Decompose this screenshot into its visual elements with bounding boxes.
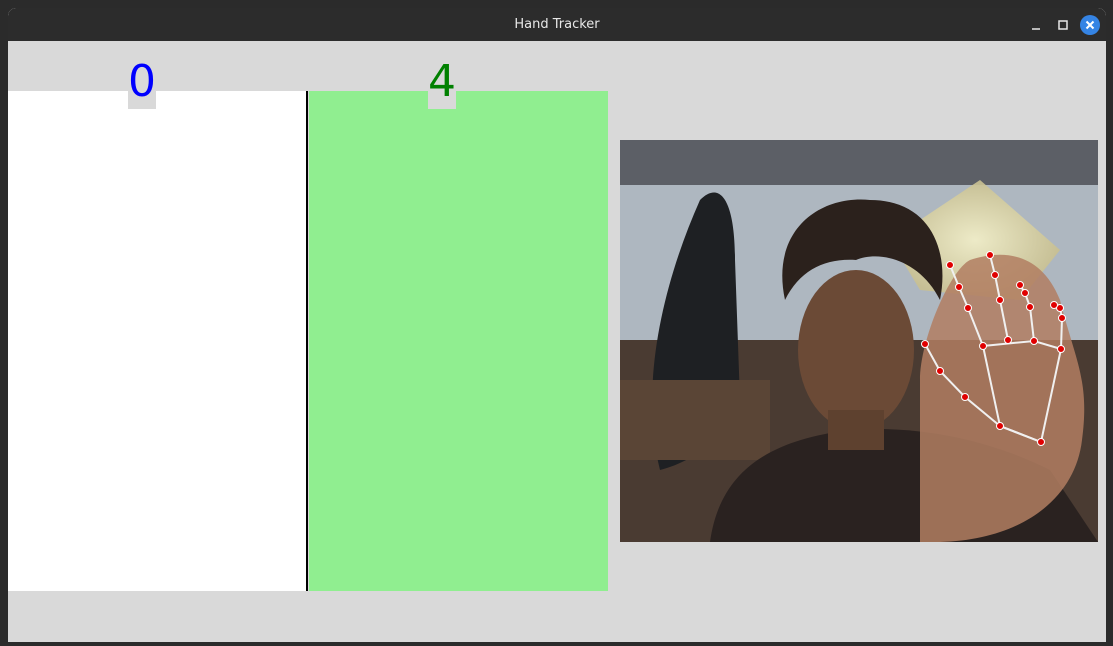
webcam-feed [620,140,1098,542]
maximize-icon [1058,20,1068,30]
minimize-icon [1032,28,1040,30]
app-window: Hand Tracker 0 4 [8,8,1106,642]
right-finger-count: 4 [428,56,456,109]
left-finger-count: 0 [128,56,156,109]
title-bar[interactable]: Hand Tracker [8,8,1106,41]
left-hand-panel [8,91,308,591]
close-icon [1085,20,1095,30]
app-content: 0 4 [8,41,1106,642]
window-title: Hand Tracker [514,17,600,32]
minimize-button[interactable] [1026,15,1046,35]
close-button[interactable] [1080,15,1100,35]
right-hand-panel [309,91,608,591]
maximize-button[interactable] [1053,15,1073,35]
